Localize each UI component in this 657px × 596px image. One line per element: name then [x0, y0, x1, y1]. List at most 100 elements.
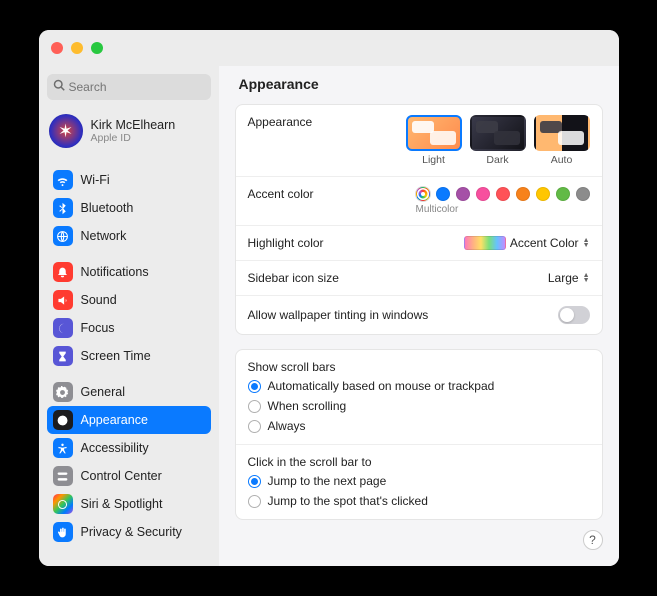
sidebar-item-sound[interactable]: Sound: [47, 286, 211, 314]
bell-icon: [53, 262, 73, 282]
sidebar-size-value: Large: [548, 271, 579, 285]
accent-swatch-graphite[interactable]: [576, 187, 590, 201]
radio-label: Jump to the spot that's clicked: [268, 494, 428, 508]
sidebar-item-label: Network: [81, 229, 127, 243]
sidebar-size-row-label: Sidebar icon size: [248, 271, 548, 285]
click-scroll-header: Click in the scroll bar to: [236, 444, 602, 471]
radio-icon: [248, 380, 261, 393]
settings-window: ✶ Kirk McElhearn Apple ID Wi-Fi Bluetoot…: [39, 30, 619, 566]
scroll-panel: Show scroll bars Automatically based on …: [235, 349, 603, 520]
help-button[interactable]: ?: [583, 530, 603, 550]
search-icon: [53, 78, 69, 96]
highlight-value: Accent Color: [510, 236, 579, 250]
chevron-updown-icon: ▲▼: [583, 273, 590, 283]
radio-label: Automatically based on mouse or trackpad: [268, 379, 495, 393]
dark-thumbnail: [470, 115, 526, 151]
search-field[interactable]: [47, 74, 211, 100]
gear-icon: [53, 382, 73, 402]
appearance-option-label: Auto: [534, 154, 590, 166]
sidebar-item-accessibility[interactable]: Accessibility: [47, 434, 211, 462]
profile-name: Kirk McElhearn: [91, 118, 176, 132]
highlight-swatch: [464, 236, 506, 250]
accent-swatch-purple[interactable]: [456, 187, 470, 201]
sidebar-item-label: Wi-Fi: [81, 173, 110, 187]
sidebar-item-notifications[interactable]: Notifications: [47, 258, 211, 286]
accent-swatch-yellow[interactable]: [536, 187, 550, 201]
sidebar-item-label: Notifications: [81, 265, 149, 279]
zoom-window-button[interactable]: [91, 42, 103, 54]
sidebar-item-bluetooth[interactable]: Bluetooth: [47, 194, 211, 222]
chevron-updown-icon: ▲▼: [583, 238, 590, 248]
click-scroll-option-page[interactable]: Jump to the next page: [236, 471, 602, 491]
sidebar-item-control-center[interactable]: Control Center: [47, 462, 211, 490]
accent-swatch-pink[interactable]: [476, 187, 490, 201]
accent-swatch-red[interactable]: [496, 187, 510, 201]
sidebar-item-label: Bluetooth: [81, 201, 134, 215]
sidebar-item-siri[interactable]: Siri & Spotlight: [47, 490, 211, 518]
minimize-window-button[interactable]: [71, 42, 83, 54]
window-controls: [51, 42, 103, 54]
sidebar-item-label: Privacy & Security: [81, 525, 182, 539]
sidebar-item-label: Siri & Spotlight: [81, 497, 163, 511]
content-pane: Appearance Appearance Light Dark: [219, 66, 619, 566]
sliders-icon: [53, 466, 73, 486]
wallpaper-tint-toggle[interactable]: [558, 306, 590, 324]
accent-selected-name: Multicolor: [416, 204, 459, 215]
accent-swatch-multicolor[interactable]: [416, 187, 430, 201]
sidebar-item-label: General: [81, 385, 125, 399]
siri-icon: [53, 494, 73, 514]
accent-swatch-green[interactable]: [556, 187, 570, 201]
search-input[interactable]: [69, 80, 205, 94]
radio-icon: [248, 400, 261, 413]
appearance-option-auto[interactable]: Auto: [534, 115, 590, 166]
sidebar-item-general[interactable]: General: [47, 378, 211, 406]
profile-subtitle: Apple ID: [91, 132, 176, 144]
sidebar-item-privacy[interactable]: Privacy & Security: [47, 518, 211, 546]
accent-swatches: [416, 187, 590, 201]
sidebar-item-label: Accessibility: [81, 441, 149, 455]
sidebar-size-select[interactable]: Large ▲▼: [548, 271, 590, 285]
radio-icon: [248, 495, 261, 508]
network-icon: [53, 226, 73, 246]
highlight-color-select[interactable]: Accent Color ▲▼: [464, 236, 590, 250]
page-title: Appearance: [235, 66, 603, 104]
highlight-row-label: Highlight color: [248, 236, 464, 250]
appearance-option-label: Dark: [470, 154, 526, 166]
accent-swatch-orange[interactable]: [516, 187, 530, 201]
sidebar-item-screen-time[interactable]: Screen Time: [47, 342, 211, 370]
avatar: ✶: [49, 114, 83, 148]
sidebar-item-network[interactable]: Network: [47, 222, 211, 250]
accessibility-icon: [53, 438, 73, 458]
sidebar-item-label: Sound: [81, 293, 117, 307]
bluetooth-icon: [53, 198, 73, 218]
speaker-icon: [53, 290, 73, 310]
hourglass-icon: [53, 346, 73, 366]
close-window-button[interactable]: [51, 42, 63, 54]
light-thumbnail: [406, 115, 462, 151]
appearance-option-light[interactable]: Light: [406, 115, 462, 166]
radio-label: Always: [268, 419, 306, 433]
accent-swatch-blue[interactable]: [436, 187, 450, 201]
appearance-row-label: Appearance: [248, 115, 406, 129]
appearance-option-label: Light: [406, 154, 462, 166]
apple-id-profile[interactable]: ✶ Kirk McElhearn Apple ID: [47, 110, 211, 158]
auto-thumbnail: [534, 115, 590, 151]
scrollbars-option-always[interactable]: Always: [236, 416, 602, 436]
scrollbars-option-when-scrolling[interactable]: When scrolling: [236, 396, 602, 416]
sidebar-item-focus[interactable]: Focus: [47, 314, 211, 342]
radio-icon: [248, 475, 261, 488]
wifi-icon: [53, 170, 73, 190]
radio-icon: [248, 420, 261, 433]
sidebar-item-appearance[interactable]: Appearance: [47, 406, 211, 434]
accent-row-label: Accent color: [248, 187, 416, 201]
radio-label: When scrolling: [268, 399, 347, 413]
sidebar-item-label: Control Center: [81, 469, 162, 483]
sidebar-item-wifi[interactable]: Wi-Fi: [47, 166, 211, 194]
scrollbars-option-auto[interactable]: Automatically based on mouse or trackpad: [236, 376, 602, 396]
appearance-icon: [53, 410, 73, 430]
moon-icon: [53, 318, 73, 338]
radio-label: Jump to the next page: [268, 474, 387, 488]
click-scroll-option-spot[interactable]: Jump to the spot that's clicked: [236, 491, 602, 511]
hand-icon: [53, 522, 73, 542]
appearance-option-dark[interactable]: Dark: [470, 115, 526, 166]
